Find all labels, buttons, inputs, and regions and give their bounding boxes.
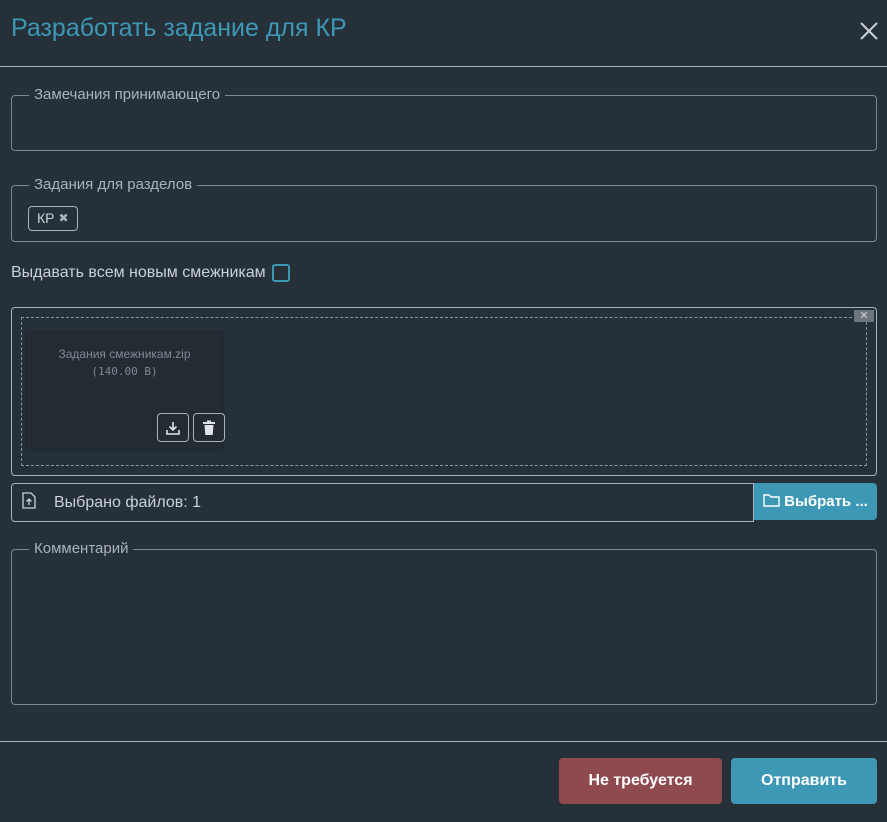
comment-field[interactable]: Комментарий: [11, 540, 877, 705]
issue-to-new-label: Выдавать всем новым смежникам: [11, 264, 266, 281]
selected-files-text: Выбрано файлов: 1: [54, 493, 202, 511]
file-name: Задания смежникам.zip: [58, 347, 191, 361]
section-tag-label: КР: [37, 210, 55, 226]
browse-label: Выбрать ...: [784, 493, 868, 510]
footer-divider: [0, 741, 887, 742]
sections-field[interactable]: Задания для разделов КР ✖: [11, 176, 877, 242]
section-tag: КР ✖: [28, 206, 78, 231]
x-icon[interactable]: ✖: [59, 207, 69, 230]
dialog-title: Разработать задание для КР: [11, 14, 347, 42]
folder-icon: [763, 493, 780, 511]
download-icon[interactable]: [157, 413, 189, 442]
close-icon[interactable]: [857, 19, 881, 43]
dropzone-close-icon[interactable]: ✕: [854, 310, 874, 322]
issue-to-new-row: Выдавать всем новым смежникам: [11, 264, 290, 282]
trash-icon[interactable]: [193, 413, 225, 442]
not-required-button[interactable]: Не требуется: [559, 758, 722, 804]
file-size: (140.00 B): [91, 365, 158, 378]
remarks-field[interactable]: Замечания принимающего: [11, 86, 877, 151]
file-upload-icon: [22, 491, 36, 514]
issue-to-new-checkbox[interactable]: [271, 264, 290, 282]
remarks-label: Замечания принимающего: [29, 86, 226, 104]
send-button[interactable]: Отправить: [731, 758, 877, 804]
browse-button[interactable]: Выбрать ...: [754, 483, 877, 520]
comment-label: Комментарий: [29, 540, 134, 558]
file-input[interactable]: Выбрано файлов: 1: [11, 483, 754, 522]
sections-label: Задания для разделов: [29, 176, 198, 194]
dialog-header: Разработать задание для КР: [0, 0, 887, 67]
file-preview-card: Задания смежникам.zip (140.00 B): [27, 333, 225, 449]
